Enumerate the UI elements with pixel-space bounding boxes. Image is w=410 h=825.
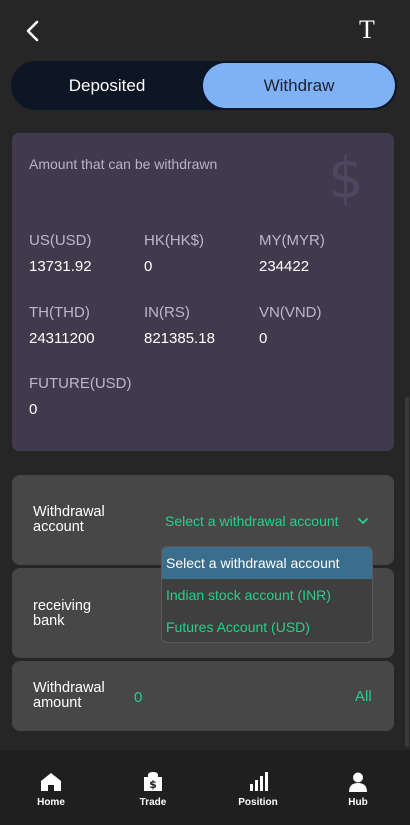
currency-value: 0 — [144, 258, 153, 275]
nav-trade[interactable]: $ Trade — [113, 750, 193, 825]
dropdown-option[interactable]: Select a withdrawal account — [162, 547, 372, 579]
currency-code: TH(THD) — [29, 304, 90, 321]
card-title: Amount that can be withdrawn — [29, 156, 218, 172]
nav-label: Hub — [348, 797, 368, 808]
currency-code: MY(MYR) — [259, 232, 325, 249]
chevron-left-icon[interactable] — [22, 19, 44, 43]
currency-future: FUTURE(USD) 0 — [29, 375, 132, 418]
currency-my: MY(MYR) 234422 — [259, 232, 325, 275]
top-bar: T — [0, 0, 410, 60]
tab-withdraw[interactable]: Withdraw — [203, 63, 395, 108]
dropdown-option[interactable]: Futures Account (USD) — [162, 611, 372, 642]
chevron-down-icon[interactable] — [356, 514, 370, 528]
nav-label: Trade — [139, 797, 167, 808]
currency-hk: HK(HK$) 0 — [144, 232, 204, 275]
currency-value: 821385.18 — [144, 330, 215, 347]
text-size-icon[interactable]: T — [355, 16, 379, 44]
tab-deposited[interactable]: Deposited — [11, 61, 203, 110]
home-icon — [41, 773, 61, 791]
currency-value: 24311200 — [29, 330, 95, 347]
withdrawal-account-dropdown: Select a withdrawal account Indian stock… — [161, 546, 373, 643]
svg-text:$: $ — [149, 778, 157, 791]
currency-code: VN(VND) — [259, 304, 322, 321]
nav-label: Home — [37, 797, 65, 808]
currency-code: IN(RS) — [144, 304, 190, 321]
currency-vn: VN(VND) 0 — [259, 304, 322, 347]
receiving-bank-label: receiving bank — [33, 598, 92, 629]
currency-th: TH(THD) 24311200 — [29, 304, 95, 347]
dollar-icon: $ — [328, 146, 364, 211]
all-button[interactable]: All — [355, 688, 372, 705]
currency-value: 13731.92 — [29, 258, 92, 275]
nav-label: Position — [238, 797, 278, 808]
withdrawal-amount-row: Withdrawal amount 0 All — [12, 661, 394, 731]
deposit-withdraw-tabs: Deposited Withdraw — [11, 61, 397, 110]
currency-in: IN(RS) 821385.18 — [144, 304, 215, 347]
dropdown-option[interactable]: Indian stock account (INR) — [162, 579, 372, 611]
currency-code: FUTURE(USD) — [29, 375, 132, 392]
trade-bag-icon: $ — [144, 772, 162, 791]
withdrawal-account-select[interactable]: Select a withdrawal account — [165, 513, 339, 529]
user-icon — [349, 772, 367, 792]
currency-value: 0 — [259, 330, 268, 347]
amount-input[interactable]: 0 — [134, 689, 142, 706]
currency-value: 234422 — [259, 258, 310, 275]
currency-code: HK(HK$) — [144, 232, 205, 249]
currency-value: 0 — [29, 401, 38, 418]
scrollbar[interactable] — [405, 397, 409, 747]
currency-code: US(USD) — [29, 232, 92, 249]
withdrawal-amount-label: Withdrawal amount — [33, 680, 105, 711]
nav-position[interactable]: Position — [218, 750, 298, 825]
bottom-nav: Home $ Trade Position Hub — [0, 750, 410, 825]
withdrawal-account-label: Withdrawal account — [33, 504, 105, 535]
nav-hub[interactable]: Hub — [318, 750, 398, 825]
bar-chart-icon — [250, 772, 268, 791]
withdrawable-amount-card: Amount that can be withdrawn $ US(USD) 1… — [12, 133, 394, 451]
currency-us: US(USD) 13731.92 — [29, 232, 92, 275]
nav-home[interactable]: Home — [11, 750, 91, 825]
